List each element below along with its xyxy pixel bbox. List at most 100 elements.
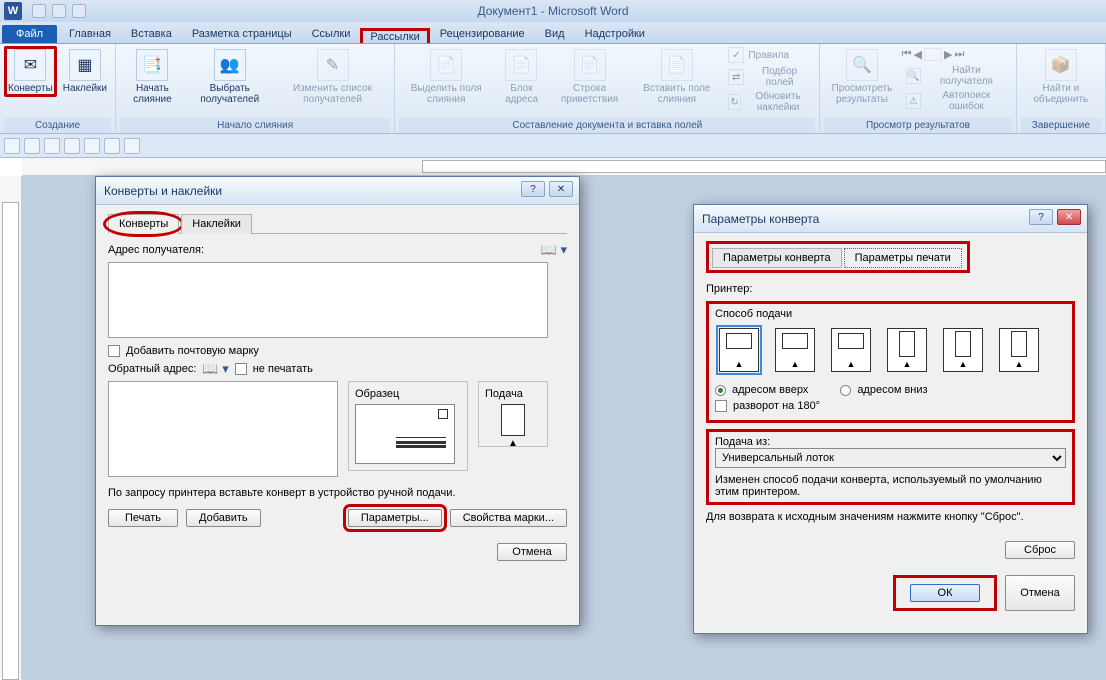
sample-group: Образец bbox=[348, 381, 468, 471]
dialog1-hint: По запросу принтера вставьте конверт в у… bbox=[108, 487, 567, 499]
print-button[interactable]: Печать bbox=[108, 509, 178, 527]
envelope-icon: ✉ bbox=[14, 49, 46, 81]
qat-undo-icon[interactable] bbox=[52, 4, 66, 18]
preview-results-button: 🔍 Просмотреть результаты bbox=[824, 46, 899, 108]
tab-insert[interactable]: Вставка bbox=[121, 25, 182, 43]
tab-review[interactable]: Рецензирование bbox=[430, 25, 535, 43]
rotate-180-checkbox[interactable] bbox=[715, 400, 727, 412]
dialog2-help-icon[interactable]: ? bbox=[1029, 209, 1053, 225]
feed-opt-3[interactable] bbox=[831, 328, 871, 372]
envelopes-dialog: Конверты и наклейки ? ✕ Конверты Наклейк… bbox=[95, 176, 580, 626]
tab-mailings[interactable]: Рассылки bbox=[360, 28, 429, 43]
address-down-radio[interactable] bbox=[840, 385, 851, 396]
envelope-params-dialog: Параметры конверта ? ✕ Параметры конверт… bbox=[693, 204, 1088, 634]
tray-select[interactable]: Универсальный лоток bbox=[715, 448, 1066, 468]
errors-icon: ⚠ bbox=[906, 93, 922, 109]
return-address-label: Обратный адрес: bbox=[108, 363, 196, 375]
tab-file[interactable]: Файл bbox=[2, 25, 57, 43]
labels-button[interactable]: ▦ Наклейки bbox=[59, 46, 111, 97]
dialog1-cancel-button[interactable]: Отмена bbox=[497, 543, 567, 561]
recipient-address-input[interactable] bbox=[108, 262, 548, 338]
qat-mail-icon[interactable] bbox=[64, 138, 80, 154]
no-print-label: не печатать bbox=[253, 363, 313, 375]
dialog2-cancel-button[interactable]: Отмена bbox=[1005, 575, 1075, 611]
feed-opt-1[interactable] bbox=[719, 328, 759, 372]
highlight-fields-button: 📄 Выделить поля слияния bbox=[399, 46, 493, 108]
labels-icon: ▦ bbox=[69, 49, 101, 81]
address-book-icon[interactable]: 📖 ▾ bbox=[541, 242, 567, 258]
reset-button[interactable]: Сброс bbox=[1005, 541, 1075, 559]
tab-home[interactable]: Главная bbox=[59, 25, 121, 43]
qat-save2-icon[interactable] bbox=[44, 138, 60, 154]
auto-check-errors-button: ⚠Автопоиск ошибок bbox=[902, 89, 1012, 113]
tab-addins[interactable]: Надстройки bbox=[575, 25, 655, 43]
return-address-input[interactable] bbox=[108, 381, 338, 477]
feed-opt-4[interactable] bbox=[887, 328, 927, 372]
envelopes-button[interactable]: ✉ Конверты bbox=[4, 46, 57, 97]
tab-view[interactable]: Вид bbox=[535, 25, 575, 43]
finish-icon: 📦 bbox=[1045, 49, 1077, 81]
rules-icon: ✓ bbox=[728, 47, 744, 63]
title-bar: W Документ1 - Microsoft Word bbox=[0, 0, 1106, 22]
address-up-radio[interactable] bbox=[715, 385, 726, 396]
ruler-vertical bbox=[0, 176, 22, 680]
group-finish: 📦 Найти и объединить Завершение bbox=[1017, 44, 1106, 133]
select-recipients-button[interactable]: 👥 Выбрать получателей bbox=[187, 46, 273, 108]
qat-open-icon[interactable] bbox=[24, 138, 40, 154]
qat-preview-icon[interactable] bbox=[104, 138, 120, 154]
printer-label: Принтер: bbox=[706, 283, 752, 295]
tab-layout[interactable]: Разметка страницы bbox=[182, 25, 302, 43]
feed-preview-icon[interactable] bbox=[501, 404, 525, 436]
feed-opt-6[interactable] bbox=[999, 328, 1039, 372]
ok-button[interactable]: ОК bbox=[910, 584, 980, 602]
qat-spell-icon[interactable] bbox=[124, 138, 140, 154]
address-block-button: 📄 Блок адреса bbox=[495, 46, 548, 108]
stamp-props-button[interactable]: Свойства марки... bbox=[450, 509, 567, 527]
dialog2-tab-print[interactable]: Параметры печати bbox=[844, 248, 962, 268]
nav-next-icon: ▶ bbox=[944, 48, 952, 61]
start-merge-button[interactable]: 📑 Начать слияние bbox=[120, 46, 185, 108]
params-button[interactable]: Параметры... bbox=[348, 509, 442, 527]
sample-label: Образец bbox=[355, 388, 461, 400]
group-label-preview: Просмотр результатов bbox=[824, 118, 1011, 133]
qat-save-icon[interactable] bbox=[32, 4, 46, 18]
dialog2-title-bar: Параметры конверта ? ✕ bbox=[694, 205, 1087, 233]
dialog1-help-icon[interactable]: ? bbox=[521, 181, 545, 197]
feed-opt-2[interactable] bbox=[775, 328, 815, 372]
quick-access-toolbar bbox=[32, 4, 86, 18]
address-down-label: адресом вниз bbox=[857, 384, 927, 396]
group-write-fields: 📄 Выделить поля слияния 📄 Блок адреса 📄 … bbox=[395, 44, 820, 133]
dialog1-close-icon[interactable]: ✕ bbox=[549, 181, 573, 197]
add-stamp-checkbox[interactable] bbox=[108, 345, 120, 357]
dialog1-tab-envelopes[interactable]: Конверты bbox=[108, 214, 179, 234]
add-stamp-label: Добавить почтовую марку bbox=[126, 345, 259, 357]
dialog2-tab-envelope[interactable]: Параметры конверта bbox=[712, 248, 842, 268]
qat-print-icon[interactable] bbox=[84, 138, 100, 154]
dialog1-title-bar: Конверты и наклейки ? ✕ bbox=[96, 177, 579, 205]
start-merge-icon: 📑 bbox=[136, 49, 168, 81]
tab-references[interactable]: Ссылки bbox=[302, 25, 361, 43]
feed-group: Подача bbox=[478, 381, 548, 447]
match-fields-button: ⇄Подбор полей bbox=[724, 65, 815, 89]
group-preview: 🔍 Просмотреть результаты ⏮ ◀ ▶ ⏭ 🔍Найти … bbox=[820, 44, 1016, 133]
add-button[interactable]: Добавить bbox=[186, 509, 261, 527]
group-label-create: Создание bbox=[4, 118, 111, 133]
return-book-icon[interactable]: 📖 ▾ bbox=[202, 361, 228, 377]
greeting-icon: 📄 bbox=[574, 49, 606, 81]
feed-opt-5[interactable] bbox=[943, 328, 983, 372]
edit-list-icon: ✎ bbox=[317, 49, 349, 81]
highlight-icon: 📄 bbox=[430, 49, 462, 81]
qat-new-icon[interactable] bbox=[4, 138, 20, 154]
qat-redo-icon[interactable] bbox=[72, 4, 86, 18]
dialog2-close-icon[interactable]: ✕ bbox=[1057, 209, 1081, 225]
dialog1-title: Конверты и наклейки bbox=[104, 184, 222, 198]
no-print-checkbox[interactable] bbox=[235, 363, 247, 375]
ribbon: ✉ Конверты ▦ Наклейки Создание 📑 Начать … bbox=[0, 44, 1106, 134]
dialog2-title: Параметры конверта bbox=[702, 212, 819, 226]
qat-row bbox=[0, 134, 1106, 158]
dialog1-tab-labels[interactable]: Наклейки bbox=[181, 214, 252, 234]
feed-method-label: Способ подачи bbox=[715, 308, 1066, 320]
preview-icon: 🔍 bbox=[846, 49, 878, 81]
dialog2-note2: Для возврата к исходным значениям нажмит… bbox=[706, 511, 1075, 523]
envelope-preview[interactable] bbox=[355, 404, 455, 464]
